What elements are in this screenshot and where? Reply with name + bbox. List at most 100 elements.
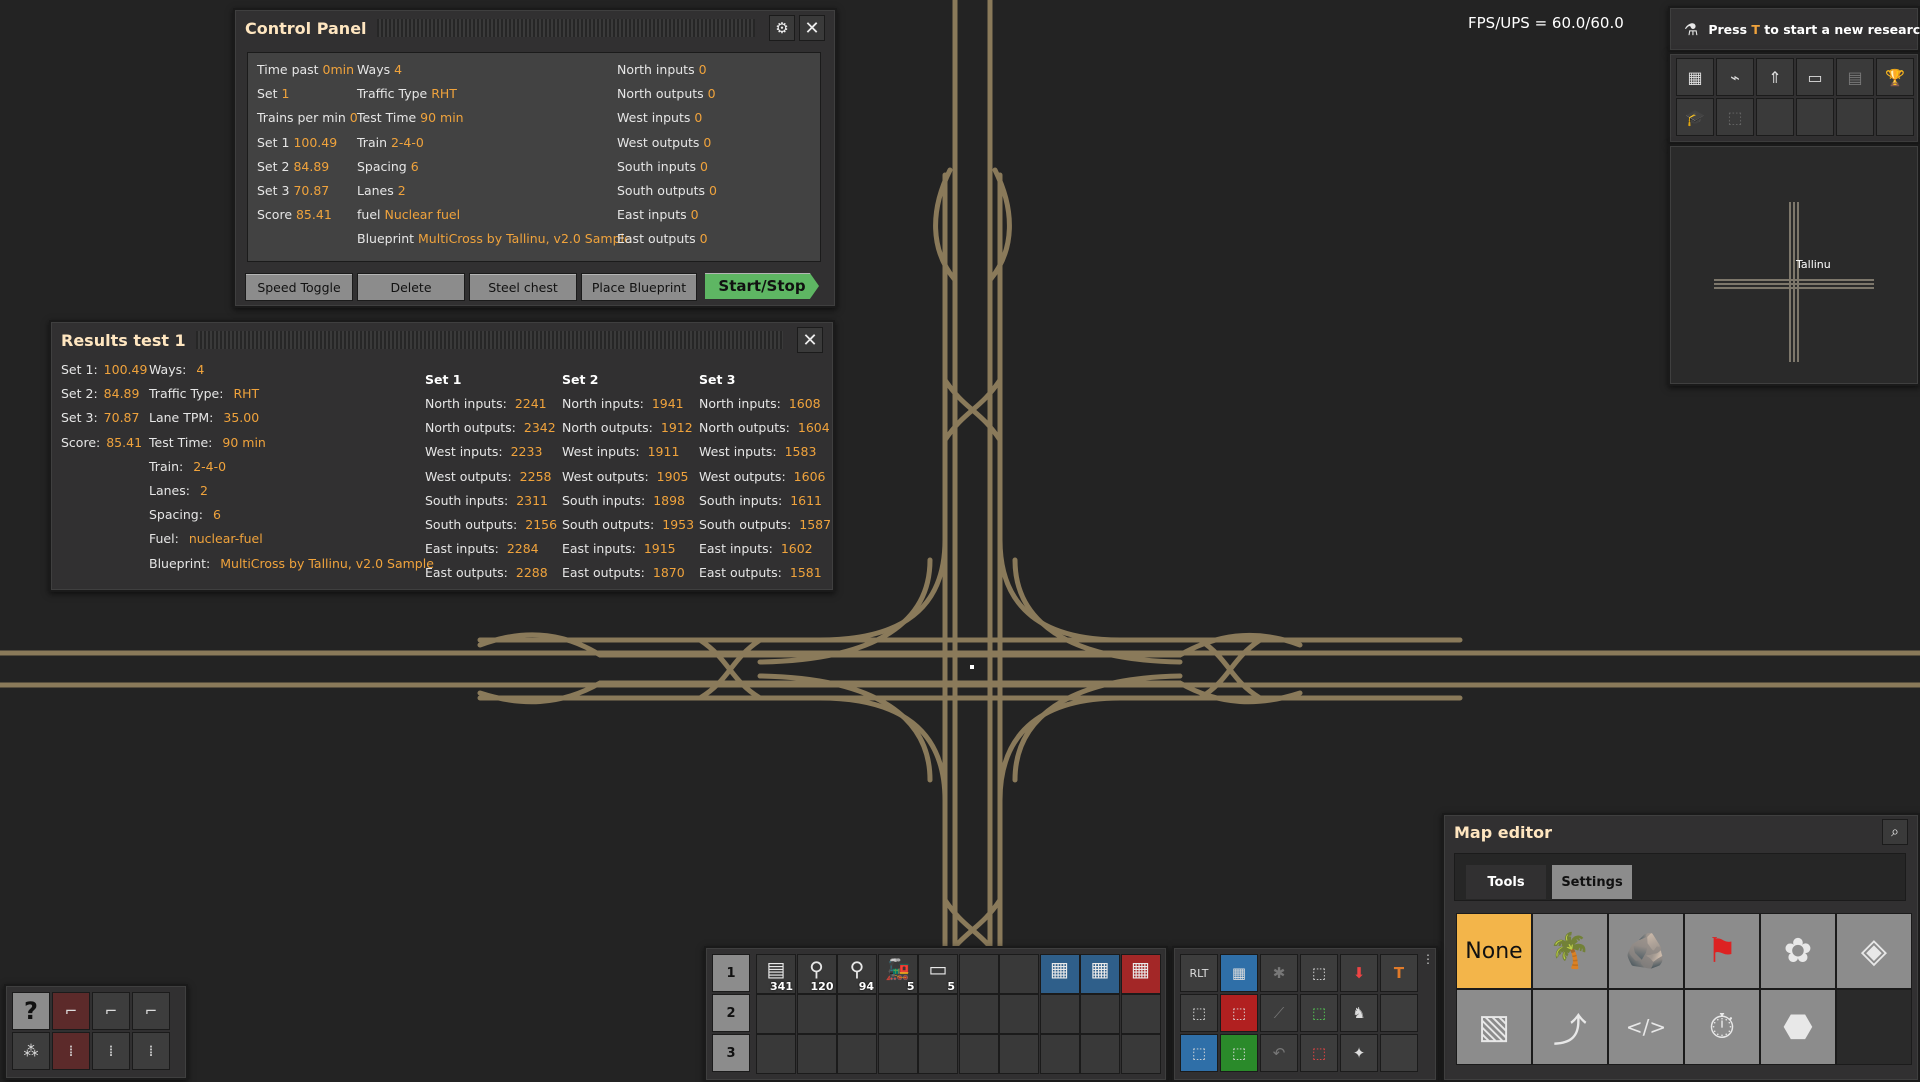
weapon-slot-icon[interactable]: ⌐ xyxy=(52,992,90,1030)
logistics-icon[interactable]: ⇑ xyxy=(1756,58,1794,96)
tab-settings[interactable]: Settings xyxy=(1552,865,1632,899)
rock-icon[interactable]: 🪨 xyxy=(1608,913,1684,989)
entity-placer-icon[interactable]: ⤴ xyxy=(1532,989,1608,1065)
result-stat-label: Spacing: xyxy=(149,507,203,523)
quickbar-slot[interactable]: 🚂 5 xyxy=(877,954,918,994)
quickbar-slot[interactable] xyxy=(796,994,837,1034)
quickbar-slot[interactable]: ▭ 5 xyxy=(918,954,958,994)
shortcut-bar-menu-icon[interactable]: ⋮ xyxy=(1422,952,1434,966)
tiles-icon[interactable]: ◈ xyxy=(1836,913,1912,989)
ammo-slot-icon[interactable]: ⁞ xyxy=(92,1032,130,1070)
map-editor-panel: Map editor ⌕ Tools Settings None 🌴 🪨 ⚑ ✿… xyxy=(1442,813,1920,1082)
deconstruct-icon[interactable]: ⬚ xyxy=(1220,994,1258,1032)
close-icon[interactable]: ✕ xyxy=(797,327,823,353)
weapon-slot-icon[interactable]: ⌐ xyxy=(92,992,130,1030)
quickbar-slot[interactable] xyxy=(999,994,1039,1034)
cp-stat-label: Spacing xyxy=(357,158,411,174)
quickbar-slot[interactable] xyxy=(958,1034,999,1074)
map-icon[interactable]: ▦ xyxy=(1676,58,1714,96)
spidertron-icon[interactable]: ✱ xyxy=(1260,954,1298,992)
tutorials-icon[interactable]: 🎓 xyxy=(1676,98,1714,136)
script-icon[interactable]: </> xyxy=(1608,989,1684,1065)
decoratives-icon[interactable]: ✿ xyxy=(1760,913,1836,989)
quickbar-slot[interactable]: ⚲ 94 xyxy=(837,954,877,994)
encyclopedia-icon[interactable]: ▭ xyxy=(1796,58,1834,96)
wire-icon[interactable]: ⟋ xyxy=(1260,994,1298,1032)
quickbar-slot[interactable] xyxy=(1120,1034,1161,1074)
cp-stat-label: Time past xyxy=(257,62,323,77)
quickbar-slot[interactable] xyxy=(1080,1034,1120,1074)
set-stat-value: 2258 xyxy=(519,468,552,484)
ammo-slot-icon[interactable]: ⁞ xyxy=(52,1032,90,1070)
production-stats-icon[interactable]: ⌁ xyxy=(1716,58,1754,96)
search-icon[interactable]: ⌕ xyxy=(1882,819,1908,845)
place-blueprint-button[interactable]: Place Blueprint xyxy=(581,273,697,301)
minimap[interactable]: Tallinu xyxy=(1668,144,1920,386)
none-tool-button[interactable]: None xyxy=(1456,913,1532,989)
results-drag-handle[interactable] xyxy=(195,331,783,349)
quickbar-row-number[interactable]: 1 xyxy=(712,954,750,992)
steel-chest-button[interactable]: Steel chest xyxy=(469,273,577,301)
ammo-slot-icon[interactable]: ⁂ xyxy=(12,1032,50,1070)
quickbar-slot[interactable] xyxy=(1080,994,1120,1034)
toggle-t-icon[interactable]: T xyxy=(1380,954,1418,992)
quickbar-slot[interactable] xyxy=(1120,994,1161,1034)
quickbar-slot[interactable] xyxy=(958,994,999,1034)
set-stat-label: East inputs: xyxy=(699,541,773,557)
help-icon[interactable]: ? xyxy=(12,992,50,1030)
close-icon[interactable]: ✕ xyxy=(799,15,825,41)
start-stop-button[interactable]: Start/Stop xyxy=(705,273,819,299)
trains-icon[interactable]: ▤ xyxy=(1836,58,1874,96)
cut-icon[interactable]: ⬚ xyxy=(1300,1034,1338,1072)
tab-tools[interactable]: Tools xyxy=(1466,865,1546,899)
quickbar-slot[interactable] xyxy=(796,1034,837,1074)
time-icon[interactable]: ⏱ xyxy=(1684,989,1760,1065)
quickbar-slot[interactable] xyxy=(837,1034,877,1074)
quickbar-slot[interactable] xyxy=(756,1034,796,1074)
quickbar-slot[interactable] xyxy=(999,954,1039,994)
achievements-icon[interactable]: 🏆 xyxy=(1876,58,1914,96)
quickbar-row-number[interactable]: 2 xyxy=(712,994,750,1032)
quickbar-slot[interactable]: ▦ xyxy=(1120,954,1161,994)
control-panel-drag-handle[interactable] xyxy=(376,19,755,37)
quickbar-slot[interactable]: ▤ 341 xyxy=(756,954,796,994)
select-area-icon[interactable]: ⬚ xyxy=(1180,994,1218,1032)
copy-icon[interactable]: ⬚ xyxy=(1300,954,1338,992)
quickbar-slot[interactable] xyxy=(1039,1034,1080,1074)
gear-icon[interactable]: ⚙ xyxy=(769,15,795,41)
quickbar-slot[interactable]: ▦ xyxy=(1039,954,1080,994)
repair-icon[interactable]: ♞ xyxy=(1340,994,1378,1032)
green-select-icon[interactable]: ⬚ xyxy=(1220,1034,1258,1072)
weapon-slot-icon[interactable]: ⌐ xyxy=(132,992,170,1030)
speed-toggle-button[interactable]: Speed Toggle xyxy=(245,273,353,301)
quickbar-slot[interactable] xyxy=(877,1034,918,1074)
tree-icon[interactable]: 🌴 xyxy=(1532,913,1608,989)
quickbar-slot[interactable] xyxy=(837,994,877,1034)
paste-icon[interactable]: ⬇ xyxy=(1340,954,1378,992)
quickbar-slot[interactable] xyxy=(877,994,918,1034)
resource-icon[interactable]: ⬣ xyxy=(1760,989,1836,1065)
quickbar-slot[interactable] xyxy=(918,994,958,1034)
research-notice[interactable]: ⚗ Press T to start a new research. xyxy=(1668,6,1920,52)
flag-icon[interactable]: ⚑ xyxy=(1684,913,1760,989)
disabled-shortcut-icon: ⬚ xyxy=(1716,98,1754,136)
quickbar-slot[interactable] xyxy=(918,1034,958,1074)
blueprint-book-icon[interactable]: ▦ xyxy=(1220,954,1258,992)
quickbar-slot[interactable] xyxy=(756,994,796,1034)
quickbar-slot[interactable] xyxy=(999,1034,1039,1074)
quickbar-row-number[interactable]: 3 xyxy=(712,1034,750,1072)
rail-planner-icon[interactable]: RLT xyxy=(1180,954,1218,992)
ground-tiles-icon[interactable]: ▧ xyxy=(1456,989,1532,1065)
set-stat-label: South inputs: xyxy=(699,492,783,508)
blueprint-select-icon[interactable]: ⬚ xyxy=(1180,1034,1218,1072)
empty-shortcut xyxy=(1836,98,1874,136)
bomb-icon[interactable]: ✦ xyxy=(1340,1034,1378,1072)
ammo-slot-icon[interactable]: ⁞ xyxy=(132,1032,170,1070)
quickbar-slot[interactable] xyxy=(958,954,999,994)
undo-icon[interactable]: ↶ xyxy=(1260,1034,1298,1072)
quickbar-slot[interactable]: ⚲ 120 xyxy=(796,954,837,994)
quickbar-slot[interactable] xyxy=(1039,994,1080,1034)
upgrade-icon[interactable]: ⬚ xyxy=(1300,994,1338,1032)
quickbar-slot[interactable]: ▦ xyxy=(1080,954,1120,994)
delete-button[interactable]: Delete xyxy=(357,273,465,301)
